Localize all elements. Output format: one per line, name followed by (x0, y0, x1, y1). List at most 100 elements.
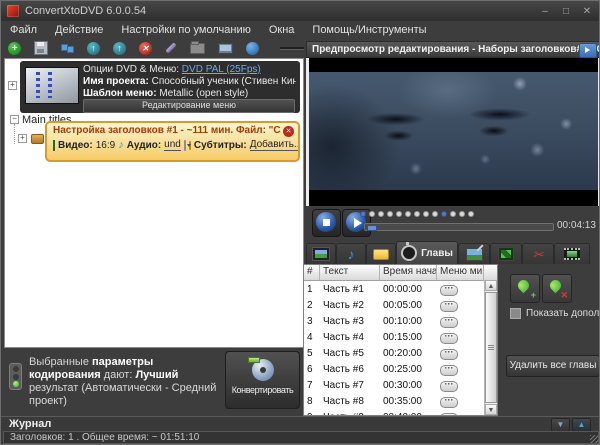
video-options-icon (312, 247, 330, 261)
thumbnail-menu-button[interactable] (440, 333, 458, 344)
thumbnail-menu-button[interactable] (440, 285, 458, 296)
chapter-marker-dot[interactable] (468, 211, 474, 217)
table-row[interactable]: 5Часть #500:20:00 (304, 345, 497, 361)
update-button[interactable] (113, 41, 126, 56)
remove-button[interactable] (139, 41, 152, 56)
chapter-marker-dot[interactable] (432, 211, 438, 217)
log-collapse-button[interactable]: ▼ (551, 418, 570, 432)
table-cell: 9 (304, 412, 320, 417)
menu-preview-thumbnail[interactable] (25, 67, 79, 104)
slider-track (280, 47, 304, 50)
scroll-thumb[interactable] (485, 292, 497, 403)
tab-audio[interactable]: ♪ (336, 243, 366, 264)
table-cell: 00:25:00 (380, 364, 437, 375)
remove-title-button[interactable] (283, 126, 294, 137)
tab-cut[interactable]: ✂ (522, 243, 554, 264)
column-header-start[interactable]: Время начала (380, 265, 437, 280)
menu-item[interactable]: Окна (269, 24, 295, 36)
table-scrollbar[interactable]: ▲ ▼ (484, 280, 497, 415)
seek-handle[interactable] (367, 225, 377, 231)
thumbnail-menu-button[interactable] (440, 349, 458, 360)
tab-video-options[interactable] (306, 243, 336, 264)
preview-window-button[interactable] (218, 41, 233, 56)
dvd-format-link[interactable]: DVD PAL (25Fps) (182, 64, 261, 75)
convert-button[interactable]: Конвертировать (225, 351, 300, 409)
info-expander[interactable] (8, 81, 17, 90)
column-header-text[interactable]: Текст (320, 265, 380, 280)
table-row[interactable]: 6Часть #600:25:00 (304, 361, 497, 377)
status-bar: Заголовков: 1 . Общее время: ~ 01:51:10 (3, 431, 599, 444)
minimize-button[interactable]: – (539, 6, 551, 17)
table-row[interactable]: 2Часть #200:05:00 (304, 297, 497, 313)
close-button[interactable]: ✕ (581, 6, 593, 17)
chapter-marker-dot[interactable] (459, 211, 465, 217)
zoom-slider[interactable] (280, 41, 304, 55)
chapter-marker-dot[interactable] (414, 211, 420, 217)
add-file-button[interactable] (8, 41, 21, 56)
delete-chapter-button[interactable]: ✕ (542, 274, 572, 303)
template-value: Metallic (open style) (159, 88, 248, 99)
title-item[interactable]: Настройка заголовков #1 - ~111 мин. Файл… (45, 121, 300, 162)
title-expander[interactable] (18, 134, 27, 143)
tab-filmstrip[interactable] (554, 243, 590, 264)
menu-item[interactable]: Настройки по умолчанию (121, 24, 250, 36)
chapter-marker-dot[interactable] (369, 211, 375, 217)
move-up-button[interactable] (87, 41, 100, 56)
tab-subtitles[interactable] (366, 243, 396, 264)
preview-next-button[interactable] (579, 43, 597, 58)
quality-traffic-light-icon (9, 363, 22, 390)
chapter-marker-dot[interactable] (423, 211, 429, 217)
thumbnail-menu-button[interactable] (440, 397, 458, 408)
menu-item[interactable]: Файл (10, 24, 37, 36)
log-expand-button[interactable]: ▲ (572, 418, 591, 432)
chapter-marker-dot[interactable] (387, 211, 393, 217)
show-additional-checkbox[interactable] (510, 308, 521, 319)
table-row[interactable]: 8Часть #800:35:00 (304, 393, 497, 409)
website-button[interactable] (246, 41, 259, 56)
thumbnail-menu-button[interactable] (440, 381, 458, 392)
delete-all-chapters-button[interactable]: Удалить все главы (506, 355, 600, 377)
chapter-marker-dot[interactable] (360, 211, 366, 217)
maximize-button[interactable]: □ (560, 6, 572, 17)
chapter-marker-dot[interactable] (396, 211, 402, 217)
menu-item[interactable]: Помощь/Инструменты (312, 24, 426, 36)
tree-root-expander[interactable] (10, 115, 19, 124)
thumbnail-menu-button[interactable] (440, 301, 458, 312)
table-row[interactable]: 9Часть #900:40:00 (304, 409, 497, 416)
scroll-up-arrow[interactable]: ▲ (485, 280, 497, 291)
log-panel-header[interactable]: Журнал (1, 416, 599, 431)
settings-button[interactable] (165, 41, 177, 56)
scroll-down-arrow[interactable]: ▼ (485, 404, 497, 415)
subtitles-add-link[interactable]: Добавить... (250, 139, 300, 151)
menu-item[interactable]: Действие (55, 24, 103, 36)
table-row[interactable]: 4Часть #400:15:00 (304, 329, 497, 345)
audio-language-link[interactable]: und (164, 139, 181, 151)
thumbnail-menu-button[interactable] (440, 365, 458, 376)
tab-chapters[interactable]: Главы (396, 241, 458, 264)
encoding-result-bold: Лучший (135, 369, 178, 381)
stop-button[interactable] (312, 209, 341, 237)
chapter-markers[interactable] (360, 211, 474, 217)
tab-image-edit[interactable] (458, 243, 490, 264)
column-header-num[interactable]: # (304, 265, 320, 280)
save-project-button[interactable] (34, 41, 48, 56)
seek-bar[interactable] (364, 223, 554, 231)
merge-button[interactable] (61, 41, 74, 56)
table-row[interactable]: 1Часть #100:00:00 (304, 281, 497, 297)
table-row[interactable]: 7Часть #700:30:00 (304, 377, 497, 393)
chapter-marker-dot[interactable] (450, 211, 456, 217)
edit-menu-button[interactable]: Редактирование меню (83, 99, 295, 113)
thumbnail-menu-button[interactable] (440, 317, 458, 328)
column-header-menu[interactable]: Меню миниа... (437, 265, 484, 280)
browse-button[interactable] (190, 41, 205, 56)
video-preview[interactable] (306, 58, 600, 206)
table-row[interactable]: 3Часть #300:10:00 (304, 313, 497, 329)
chapter-marker-dot[interactable] (378, 211, 384, 217)
chapter-marker-dot[interactable] (441, 211, 447, 217)
chapter-marker-dot[interactable] (405, 211, 411, 217)
tab-resize[interactable] (490, 243, 522, 264)
thumbnail-menu-button[interactable] (440, 413, 458, 417)
add-chapter-button[interactable]: + (510, 274, 540, 303)
audio-dropdown-button[interactable] (184, 140, 186, 151)
resize-grip[interactable] (590, 435, 598, 443)
